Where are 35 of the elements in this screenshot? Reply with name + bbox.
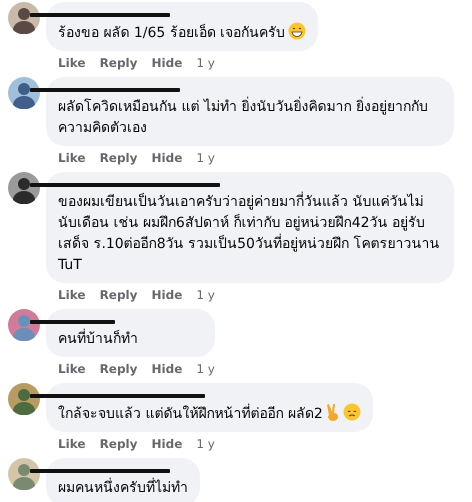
avatar-icon[interactable]: [8, 77, 40, 109]
comment-action-link[interactable]: Like: [58, 55, 86, 71]
timestamp: 1 y: [196, 361, 215, 377]
comment-action-link[interactable]: Hide: [151, 436, 182, 452]
avatar-icon[interactable]: [8, 458, 40, 490]
comment-action-link[interactable]: Reply: [100, 150, 138, 166]
comment-action-link[interactable]: Hide: [151, 361, 182, 377]
timestamp: 1 y: [196, 436, 215, 452]
comment-action-link[interactable]: Reply: [100, 361, 138, 377]
comment-action-link[interactable]: Like: [58, 150, 86, 166]
timestamp: 1 y: [196, 150, 215, 166]
comment-action-link[interactable]: Reply: [100, 436, 138, 452]
comment-action-link[interactable]: Hide: [151, 55, 182, 71]
timestamp: 1 y: [196, 287, 215, 303]
timestamp: 1 y: [196, 55, 215, 71]
grinning-face-icon: [288, 22, 306, 40]
comment-text: ของผมเขียนเป็นวันเอาครับว่าอยู่ค่ายมากี่วันแล้ว นับแค่วันไม่นับเดือน เช่น ผมฝึก6สัปดาห์ ก็เท่ากับ อยู่หน่วยฝึก42วัน อยู่รับเสด็จ ร.10ต่ออีก8วัน รวมเป็น50วันที่อยู่หน่วยฝึก โคตรยาวนาน TuT: [58, 192, 442, 276]
comment-action-link[interactable]: Like: [58, 361, 86, 377]
avatar-icon[interactable]: [8, 309, 40, 341]
avatar-icon[interactable]: [8, 2, 40, 34]
comment-action-link[interactable]: Like: [58, 436, 86, 452]
comment-action-link[interactable]: Reply: [100, 287, 138, 303]
comment-action-link[interactable]: Reply: [100, 55, 138, 71]
comment-text: ผลัดโควิดเหมือนกัน แต่ ไม่ทำ ยิ่งนับวันยิ่งคิดมาก ยิ่งอยู่ยากกับความคิดตัวเอง: [58, 97, 442, 139]
comment-action-link[interactable]: Hide: [151, 287, 182, 303]
sad-face-icon: [342, 403, 361, 421]
comment-action-link[interactable]: Hide: [151, 150, 182, 166]
victory-hand-icon: [326, 403, 340, 421]
comment-text: ร้องขอ ผลัด 1/65 ร้อยเอ็ด เจอกันครับ: [58, 22, 306, 44]
comment-text: ผมคนหนึ่งครับที่ไม่ทำ: [58, 478, 188, 499]
comment-text: ใกล้จะจบแล้ว แต่ดันให้ฝึกหน้าที่ต่ออีก ผลัด2: [58, 403, 361, 425]
avatar-icon[interactable]: [8, 172, 40, 204]
comment-text: คนที่บ้านก็ทำ: [58, 329, 203, 350]
comment-action-link[interactable]: Like: [58, 287, 86, 303]
avatar-icon[interactable]: [8, 383, 40, 415]
